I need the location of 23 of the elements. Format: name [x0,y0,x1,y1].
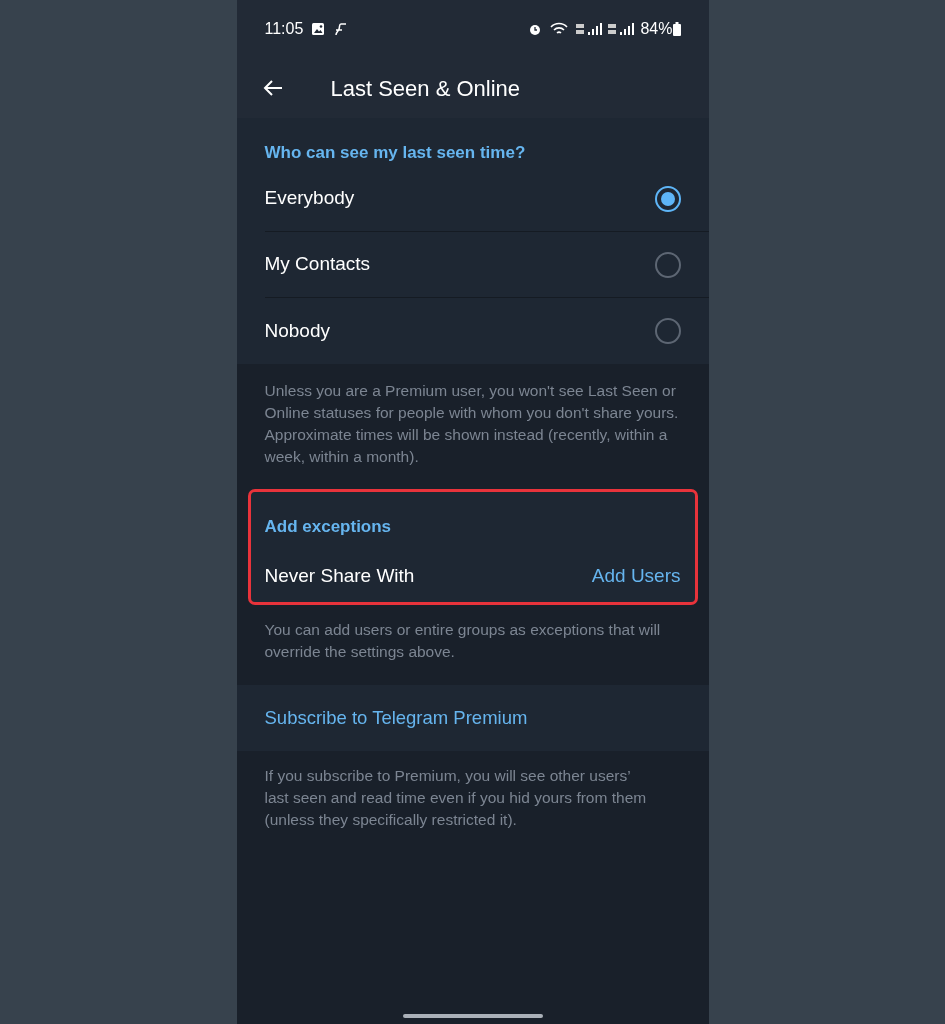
option-label: Nobody [264,318,331,343]
signal-icon [608,22,637,36]
info-text: You can add users or entire groups as exceptions that will override the settings above. [264,620,662,662]
radio-button[interactable] [654,251,681,278]
setting-label: Never Share With [264,564,416,588]
section-heading: Add exceptions [264,516,392,538]
section-heading: Who can see my last seen time? [264,142,526,164]
radio-button[interactable] [654,318,681,344]
signal-icon [576,22,605,36]
alarm-icon [528,22,543,36]
option-label: Everybody [264,186,356,211]
battery-level: 84% [640,19,673,39]
info-text: If you subscribe to Premium, you will see other users’ last seen and read time even if you hid yours from them (unless they specifically restricted it). [264,766,648,830]
add-users-link[interactable]: Add Users [591,562,681,591]
option-label: My Contacts [264,252,372,277]
status-time: 11:05 [264,19,304,39]
radio-button[interactable] [654,185,681,212]
battery-icon [672,22,681,36]
wifi-icon [550,22,569,36]
info-text: Unless you are a Premium user, you won't see Last Seen or Online statuses for people with whom you don't share yours. Approximate times will be shown instead (recently, within a week, within a month). [264,381,680,467]
gallery-icon [311,22,326,36]
page-title: Last Seen & Online [330,74,521,103]
music-icon [333,22,348,36]
